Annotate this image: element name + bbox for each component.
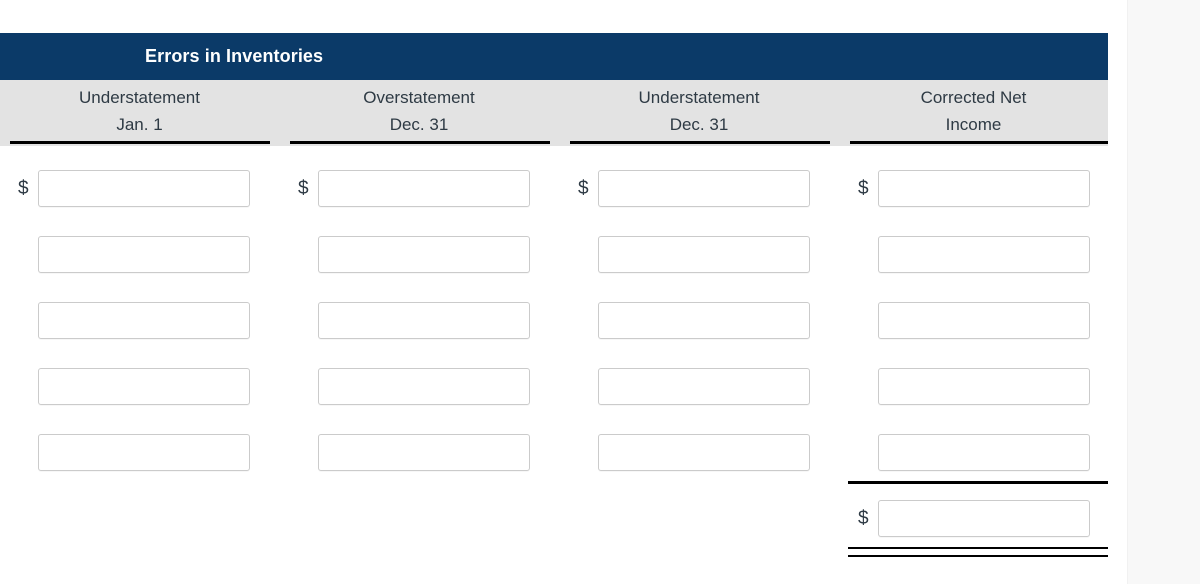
- amount-input-r5-c3[interactable]: [598, 434, 810, 471]
- table-cell-r1-c2: $: [298, 170, 530, 207]
- total-row-cell: $: [858, 500, 1090, 537]
- column-rule-2: [290, 141, 550, 144]
- currency-symbol: $: [858, 508, 869, 529]
- table-cell-r5-c2: $: [298, 434, 530, 471]
- column-header-line2: Income: [945, 114, 1002, 134]
- amount-input-r5-c4[interactable]: [878, 434, 1090, 471]
- column-header-line1: Understatement: [79, 87, 200, 107]
- column-header-line2: Jan. 1: [116, 114, 163, 134]
- table-column-headers: Understatement Jan. 1 Overstatement Dec.…: [0, 80, 1108, 141]
- amount-input-r1-c1[interactable]: [38, 170, 250, 207]
- column-rule-1: [10, 141, 270, 144]
- amount-input-r2-c1[interactable]: [38, 236, 250, 273]
- currency-symbol: $: [298, 178, 309, 199]
- column-header-understatement-dec-31: Understatement Dec. 31: [559, 80, 839, 141]
- column-header-line1: Overstatement: [363, 87, 475, 107]
- amount-input-r4-c1[interactable]: [38, 368, 250, 405]
- corrected-net-income-total-double-rule: [848, 547, 1108, 557]
- amount-input-r1-c2[interactable]: [318, 170, 530, 207]
- amount-input-r3-c1[interactable]: [38, 302, 250, 339]
- table-cell-r4-c1: $: [18, 368, 250, 405]
- corrected-net-income-total-input[interactable]: [878, 500, 1090, 537]
- amount-input-r4-c4[interactable]: [878, 368, 1090, 405]
- amount-input-r3-c3[interactable]: [598, 302, 810, 339]
- table-cell-r5-c1: $: [18, 434, 250, 471]
- column-header-rules: [0, 141, 1108, 146]
- table-cell-r1-c3: $: [578, 170, 810, 207]
- table-cell-r4-c2: $: [298, 368, 530, 405]
- table-cell-r5-c3: $: [578, 434, 810, 471]
- column-header-line2: Dec. 31: [669, 114, 729, 134]
- column-header-line2: Dec. 31: [389, 114, 449, 134]
- table-cell-r2-c4: $: [858, 236, 1090, 273]
- table-cell-r3-c4: $: [858, 302, 1090, 339]
- amount-input-r1-c4[interactable]: [878, 170, 1090, 207]
- errors-in-inventories-table: Errors in Inventories Understatement Jan…: [0, 33, 1108, 146]
- table-cell-r1-c4: $: [858, 170, 1090, 207]
- column-rule-4: [850, 141, 1108, 144]
- table-title-band: Errors in Inventories: [0, 33, 1108, 80]
- amount-input-r1-c3[interactable]: [598, 170, 810, 207]
- amount-input-r5-c2[interactable]: [318, 434, 530, 471]
- column-header-corrected-net-income: Corrected Net Income: [839, 80, 1108, 141]
- table-cell-r5-c4: $: [858, 434, 1090, 471]
- column-header-overstatement-dec-31: Overstatement Dec. 31: [279, 80, 559, 141]
- column-header-line1: Understatement: [638, 87, 760, 107]
- amount-input-r5-c1[interactable]: [38, 434, 250, 471]
- table-cell-r3-c3: $: [578, 302, 810, 339]
- column-header-line1: Corrected Net: [920, 87, 1027, 107]
- table-cell-r1-c1: $: [18, 170, 250, 207]
- table-cell-r2-c1: $: [18, 236, 250, 273]
- column-rule-3: [570, 141, 830, 144]
- amount-input-r3-c2[interactable]: [318, 302, 530, 339]
- table-cell-r3-c2: $: [298, 302, 530, 339]
- amount-input-r3-c4[interactable]: [878, 302, 1090, 339]
- content-right-edge-divider: [1127, 0, 1128, 584]
- column-header-understatement-jan-1: Understatement Jan. 1: [0, 80, 279, 141]
- amount-input-r4-c2[interactable]: [318, 368, 530, 405]
- amount-input-r2-c4[interactable]: [878, 236, 1090, 273]
- table-cell-r3-c1: $: [18, 302, 250, 339]
- currency-symbol: $: [18, 178, 29, 199]
- table-cell-r4-c4: $: [858, 368, 1090, 405]
- table-cell-r2-c3: $: [578, 236, 810, 273]
- table-cell-r2-c2: $: [298, 236, 530, 273]
- currency-symbol: $: [858, 178, 869, 199]
- currency-symbol: $: [578, 178, 589, 199]
- corrected-net-income-subtotal-rule: [848, 481, 1108, 484]
- table-title: Errors in Inventories: [145, 46, 324, 66]
- amount-input-r2-c2[interactable]: [318, 236, 530, 273]
- amount-input-r4-c3[interactable]: [598, 368, 810, 405]
- table-cell-r4-c3: $: [578, 368, 810, 405]
- page-root: Errors in Inventories Understatement Jan…: [0, 0, 1200, 584]
- amount-input-r2-c3[interactable]: [598, 236, 810, 273]
